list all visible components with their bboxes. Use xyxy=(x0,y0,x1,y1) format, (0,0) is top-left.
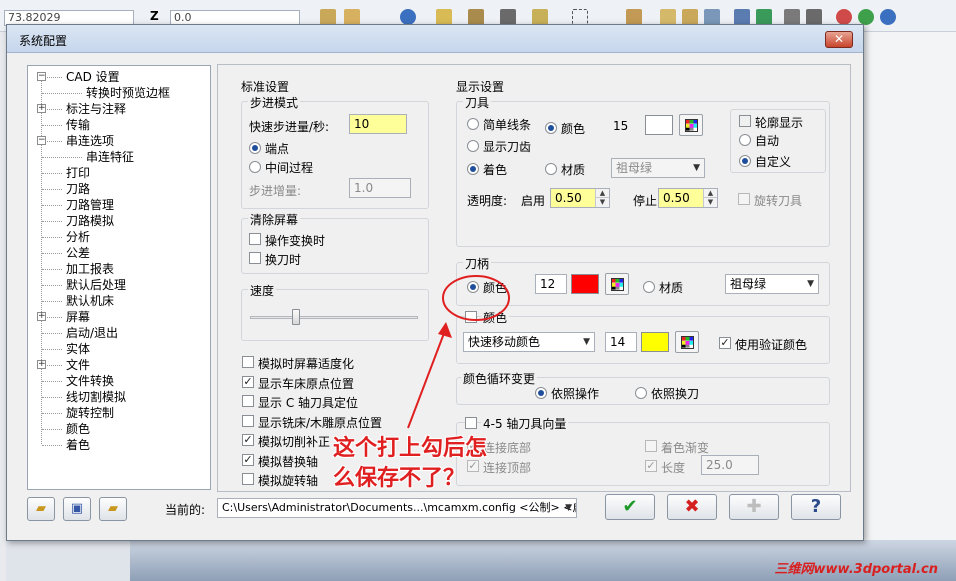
annotation-line-1: 这个打上勾后怎 xyxy=(333,436,488,461)
annotation-line-2: 么保存不了？ xyxy=(333,466,466,491)
arrowhead-icon xyxy=(438,322,452,338)
annotation-arrow xyxy=(407,327,447,429)
annotation-text: 这个打上勾后怎 么保存不了？ xyxy=(333,434,487,494)
highlight-ellipse xyxy=(442,275,510,321)
